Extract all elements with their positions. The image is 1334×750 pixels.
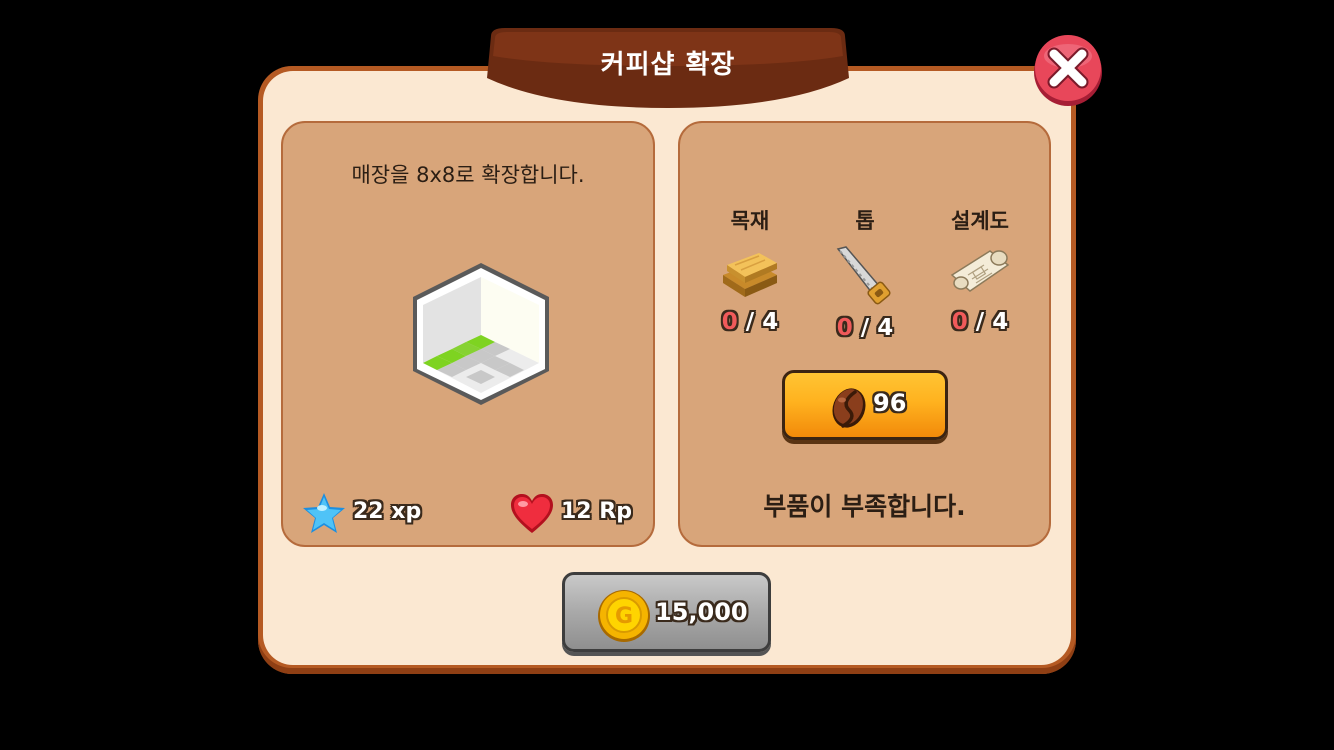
title-banner: 커피샵 확장 [485,26,851,108]
blueprint-icon [950,250,1010,292]
material-name: 목재 [730,209,770,233]
wood-plank-icon [723,253,777,297]
material-item-blueprint: 설계도 0 / 4 [930,205,1030,335]
coffee-bean-icon [832,388,866,428]
dialog-title: 커피샵 확장 [600,50,736,80]
close-x-icon [1034,35,1102,106]
room-expansion-icon [413,263,549,405]
bean-cost: 96 [873,389,907,417]
buy-with-beans-button[interactable]: 96 [782,370,948,440]
star-icon [303,493,345,533]
materials-panel: 목재 0 / 4 톱 0 / 4 설계도 0 / 4 96 부품이 부족합니다. [678,121,1051,547]
material-name: 설계도 [951,209,1009,233]
expansion-description: 매장을 8x8로 확장합니다. [351,163,585,187]
expansion-info-panel: 매장을 8x8로 확장합니다. 22 xp 12 Rp [281,121,655,547]
material-item-wood: 목재 0 / 4 [700,205,800,335]
close-button[interactable] [1032,32,1104,108]
rp-reward: 12 Rp [509,491,649,537]
saw-icon [836,246,891,305]
material-count: 0 / 4 [836,315,894,341]
material-item-saw: 톱 0 / 4 [815,205,915,341]
material-count: 0 / 4 [721,309,779,335]
material-count: 0 / 4 [951,309,1009,335]
buy-with-gold-button[interactable]: G 15,000 [562,572,771,652]
xp-reward-label: 22 xp [353,499,422,524]
gold-price: 15,000 [655,598,748,626]
gold-coin-icon: G [598,590,650,642]
xp-reward: 22 xp [301,491,441,537]
heart-icon [511,494,553,533]
status-message: 부품이 부족합니다. [763,492,966,521]
rp-reward-label: 12 Rp [561,499,632,524]
svg-text:G: G [615,604,633,629]
material-name: 톱 [855,209,875,233]
